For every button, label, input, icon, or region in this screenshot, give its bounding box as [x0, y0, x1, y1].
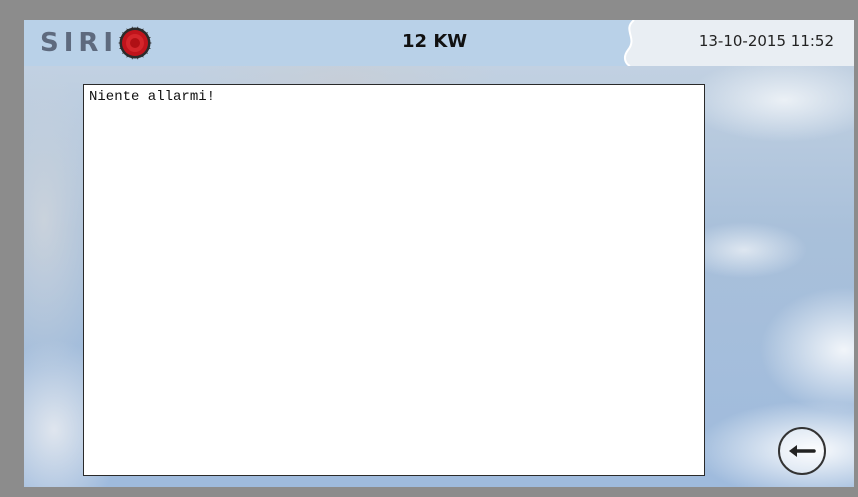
screen: SIRI 12 KW 13-10-2015 11:52 Niente allar… — [24, 20, 854, 487]
alarm-message: Niente allarmi! — [89, 89, 216, 105]
sun-logo-icon — [118, 26, 153, 60]
device-frame: SIRI 12 KW 13-10-2015 11:52 Niente allar… — [0, 0, 858, 497]
logo-text: SIRI — [40, 28, 119, 58]
datetime: 13-10-2015 11:52 — [698, 32, 834, 50]
header-curve-decoration — [612, 20, 652, 66]
siri-logo: SIRI — [40, 26, 153, 60]
header-bar: SIRI 12 KW 13-10-2015 11:52 — [24, 20, 854, 66]
alarm-list: Niente allarmi! — [83, 84, 705, 476]
power-readout: 12 KW — [402, 31, 468, 52]
back-button[interactable] — [777, 426, 827, 476]
arrow-left-icon — [778, 427, 826, 475]
